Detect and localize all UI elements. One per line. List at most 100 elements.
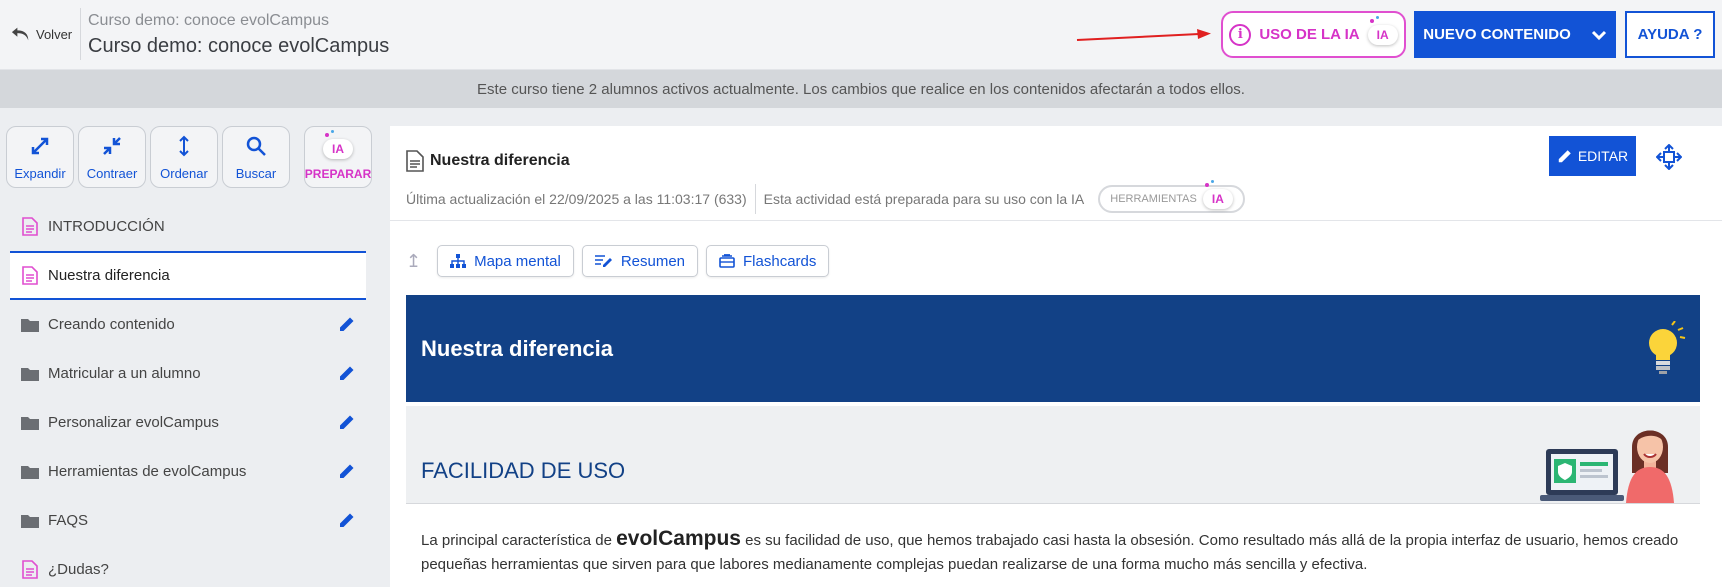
content-header: Nuestra diferencia Última actualización … (390, 126, 1722, 221)
content-title-text: Nuestra diferencia (430, 152, 570, 169)
content-panel: Nuestra diferencia Última actualización … (390, 126, 1722, 587)
search-label: Buscar (235, 166, 277, 181)
new-content-label: NUEVO CONTENIDO (1423, 26, 1571, 43)
folder-icon (20, 364, 40, 384)
pencil-icon (1558, 150, 1571, 163)
ai-usage-label: USO DE LA IA (1259, 26, 1360, 43)
content-paragraph: La principal característica de evolCampu… (421, 527, 1691, 577)
last-update: Última actualización el 22/09/2025 a las… (406, 191, 747, 207)
tree-item-matricular[interactable]: Matricular a un alumno (10, 349, 366, 398)
document-icon (20, 560, 40, 580)
expand-icon (31, 137, 49, 155)
annotation-arrow-icon (1076, 29, 1211, 41)
content-meta: Última actualización el 22/09/2025 a las… (406, 180, 1245, 214)
summary-button[interactable]: Resumen (581, 245, 699, 277)
tree-item-introduccion[interactable]: INTRODUCCIÓN (10, 202, 366, 251)
section-title: FACILIDAD DE USO (421, 458, 626, 483)
mind-map-button[interactable]: Mapa mental (437, 245, 574, 277)
top-header: Volver Curso demo: conoce evolCampus Cur… (0, 0, 1722, 70)
flashcards-icon (719, 254, 735, 268)
content-tree: INTRODUCCIÓN Nuestra diferencia Creando … (10, 202, 366, 587)
tree-item-label: Nuestra diferencia (48, 267, 170, 284)
sidebar-toolbar: Expandir Contraer Ordenar Buscar IA PREP… (6, 126, 378, 188)
expand-label: Expandir (14, 166, 66, 181)
collapse-label: Contraer (86, 166, 138, 181)
search-icon (246, 136, 266, 156)
prepare-label: PREPARAR (304, 167, 372, 181)
paragraph-text: La principal característica de (421, 532, 617, 549)
undo-icon (11, 27, 29, 41)
divider (80, 8, 81, 60)
new-content-button[interactable]: NUEVO CONTENIDO (1414, 11, 1616, 58)
section-header: FACILIDAD DE USO (406, 406, 1700, 504)
pencil-icon[interactable] (338, 511, 356, 529)
summary-label: Resumen (620, 252, 686, 270)
collapse-button[interactable]: Contraer (78, 126, 146, 188)
ai-usage-button[interactable]: i USO DE LA IA IA (1221, 11, 1406, 58)
ai-tools-pill[interactable]: HERRAMIENTAS IA (1098, 180, 1245, 213)
summary-icon (594, 255, 612, 267)
tree-item-label: Herramientas de evolCampus (48, 463, 247, 480)
ia-badge-icon: IA (1367, 15, 1398, 45)
move-icon[interactable] (1656, 144, 1682, 170)
woman-laptop-illustration (1540, 430, 1674, 503)
sort-label: Ordenar (160, 166, 208, 181)
expand-button[interactable]: Expandir (6, 126, 74, 188)
tree-item-label: FAQS (48, 512, 89, 529)
flashcards-button[interactable]: Flashcards (706, 245, 830, 277)
brand-name: evolCampus (616, 527, 741, 550)
active-students-notice: Este curso tiene 2 alumnos activos actua… (0, 70, 1722, 108)
folder-icon (20, 511, 40, 531)
tree-item-herramientas[interactable]: Herramientas de evolCampus (10, 447, 366, 496)
ai-tools-label: HERRAMIENTAS (1110, 193, 1197, 205)
ia-ready-text: Esta actividad está preparada para su us… (763, 191, 1085, 207)
pencil-icon[interactable] (338, 315, 356, 333)
pencil-icon[interactable] (338, 413, 356, 431)
prepare-button[interactable]: IA PREPARAR (304, 126, 372, 188)
tree-item-label: ¿Dudas? (48, 561, 109, 578)
info-icon: i (1229, 23, 1252, 46)
tree-item-nuestra-diferencia[interactable]: Nuestra diferencia (10, 251, 366, 300)
content-banner: Nuestra diferencia (406, 295, 1700, 402)
mind-map-label: Mapa mental (474, 252, 561, 270)
flashcards-label: Flashcards (743, 252, 817, 270)
help-button[interactable]: AYUDA ? (1625, 11, 1715, 58)
page-title: Curso demo: conoce evolCampus (88, 35, 390, 57)
document-icon (406, 150, 424, 172)
lightbulb-icon (1649, 321, 1686, 374)
tree-item-faqs[interactable]: FAQS (10, 496, 366, 545)
folder-icon (20, 462, 40, 482)
ai-actions-row: ↥ Mapa mental Resumen Flashcards (406, 245, 830, 277)
collapse-icon (103, 137, 121, 155)
up-arrow-icon[interactable]: ↥ (406, 251, 421, 272)
tree-item-label: Personalizar evolCampus (48, 414, 219, 431)
chevron-down-icon (1591, 30, 1606, 40)
tree-item-label: INTRODUCCIÓN (48, 218, 165, 235)
tree-item-label: Matricular a un alumno (48, 365, 201, 382)
ia-badge-icon: IA (323, 130, 353, 159)
pencil-icon[interactable] (338, 364, 356, 382)
edit-label: EDITAR (1577, 148, 1629, 164)
folder-icon (20, 413, 40, 433)
content-title: Nuestra diferencia (406, 150, 570, 172)
sort-button[interactable]: Ordenar (150, 126, 218, 188)
pencil-icon[interactable] (338, 462, 356, 480)
edit-button[interactable]: EDITAR (1549, 136, 1636, 176)
ia-badge-icon: IA (1202, 180, 1233, 209)
folder-icon (20, 315, 40, 335)
document-icon (20, 217, 40, 237)
tree-item-personalizar[interactable]: Personalizar evolCampus (10, 398, 366, 447)
breadcrumb: Curso demo: conoce evolCampus (88, 12, 330, 29)
document-icon (20, 266, 40, 286)
tree-item-creando-contenido[interactable]: Creando contenido (10, 300, 366, 349)
sidebar: Expandir Contraer Ordenar Buscar IA PREP… (0, 118, 380, 587)
search-button[interactable]: Buscar (222, 126, 290, 188)
banner-title: Nuestra diferencia (421, 335, 613, 361)
back-button[interactable]: Volver (10, 24, 72, 44)
divider (754, 184, 756, 214)
back-label: Volver (36, 26, 73, 42)
tree-item-label: Creando contenido (48, 316, 175, 333)
tree-item-dudas[interactable]: ¿Dudas? (10, 545, 366, 587)
sort-icon (179, 135, 189, 157)
sitemap-icon (450, 254, 467, 268)
